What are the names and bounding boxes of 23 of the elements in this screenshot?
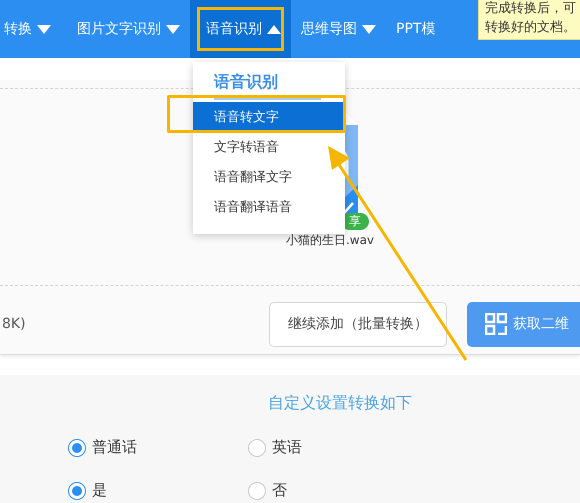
menu-item[interactable]: 语音转文字 xyxy=(193,102,345,132)
file-size: 8K) xyxy=(2,316,27,332)
menu-item[interactable]: 语音翻译文字 xyxy=(193,162,345,192)
radio-option[interactable]: 否 xyxy=(248,481,428,500)
file-name: 小猫的生日.wav xyxy=(286,232,374,249)
radio-icon[interactable] xyxy=(68,438,86,456)
caret-icon xyxy=(362,24,376,34)
radio-icon[interactable] xyxy=(248,438,266,456)
radio-option[interactable]: 是 xyxy=(68,481,248,500)
settings-title: 自定义设置转换如下 xyxy=(267,393,413,414)
radio-option[interactable]: 英语 xyxy=(248,438,428,457)
radio-option[interactable]: 普通话 xyxy=(68,438,248,457)
menu-item[interactable]: 文字转语音 xyxy=(193,132,345,162)
caret-icon xyxy=(166,24,180,34)
caret-icon xyxy=(37,24,51,34)
nav-tab[interactable]: 语音识别 xyxy=(190,0,291,58)
tooltip-text: 完成转换后，可 xyxy=(485,0,577,18)
radio-icon[interactable] xyxy=(68,482,86,500)
qr-code-icon xyxy=(485,313,507,335)
caret-icon xyxy=(267,24,281,34)
radio-icon[interactable] xyxy=(248,482,266,500)
tooltip-text: 转换好的文档。 xyxy=(485,19,577,37)
add-more-button[interactable]: 继续添加（批量转换） xyxy=(269,302,447,346)
